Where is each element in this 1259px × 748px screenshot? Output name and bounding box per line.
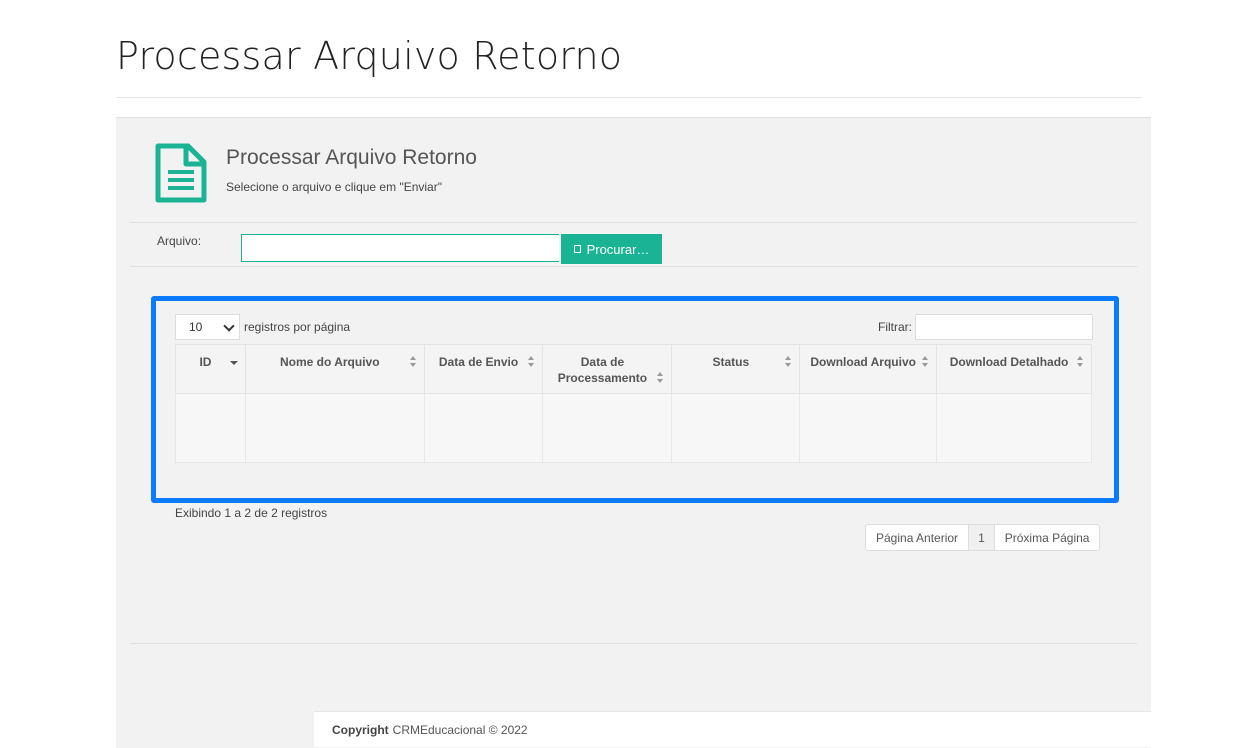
page-length-value: 10	[189, 320, 203, 334]
file-input[interactable]	[241, 234, 559, 262]
table-info: Exibindo 1 a 2 de 2 registros	[175, 506, 328, 520]
folder-icon	[573, 245, 581, 253]
next-page-button[interactable]: Próxima Página	[995, 525, 1100, 550]
file-label: Arquivo:	[157, 234, 202, 248]
sort-icon	[657, 372, 664, 383]
browse-button[interactable]: Procurar…	[561, 234, 662, 264]
sort-icon	[528, 356, 535, 367]
title-divider	[116, 97, 1142, 98]
prev-page-button[interactable]: Página Anterior	[866, 525, 968, 550]
filter-label: Filtrar:	[878, 320, 912, 334]
filter-input[interactable]	[915, 314, 1093, 340]
col-id[interactable]: ID	[175, 344, 246, 394]
page-title: Processar Arquivo Retorno	[116, 34, 623, 78]
current-page[interactable]: 1	[968, 525, 995, 550]
table-cell	[671, 393, 801, 463]
table-header-row: ID Nome do Arquivo Data de Envio Data de…	[175, 344, 1092, 394]
sort-icon	[785, 356, 792, 367]
footer-text: CRMEducacional © 2022	[392, 722, 528, 737]
sort-icon	[922, 356, 929, 367]
table-cell	[542, 393, 673, 463]
footer: Copyright CRMEducacional © 2022	[314, 711, 1151, 747]
divider	[130, 266, 1137, 267]
page-length-label: registros por página	[244, 320, 351, 334]
col-file-name[interactable]: Nome do Arquivo	[244, 344, 425, 394]
sort-icon	[1077, 356, 1084, 367]
footer-label: Copyright	[332, 722, 389, 737]
table-cell	[936, 393, 1092, 463]
sort-icon	[409, 356, 417, 367]
document-icon	[155, 143, 207, 203]
table-cell	[799, 393, 938, 463]
upload-panel: Processar Arquivo Retorno Selecione o ar…	[116, 117, 1151, 748]
col-download-detail[interactable]: Download Detalhado	[936, 344, 1092, 394]
col-status[interactable]: Status	[671, 344, 801, 394]
table-row	[175, 393, 1092, 463]
col-processing-date[interactable]: Data de Processamento	[542, 344, 673, 394]
sort-desc-icon	[229, 361, 238, 365]
files-table: ID Nome do Arquivo Data de Envio Data de…	[175, 344, 1092, 463]
panel-subtitle: Selecione o arquivo e clique em "Enviar"	[226, 180, 442, 194]
pagination: Página Anterior 1 Próxima Página	[865, 524, 1101, 551]
table-cell	[175, 393, 246, 463]
col-download-file[interactable]: Download Arquivo	[799, 344, 938, 394]
panel-heading: Processar Arquivo Retorno	[226, 146, 477, 169]
table-cell	[244, 393, 425, 463]
page-length-select[interactable]: 10	[175, 314, 240, 340]
col-send-date[interactable]: Data de Envio	[423, 344, 544, 394]
divider	[130, 222, 1137, 223]
browse-label: Procurar…	[586, 241, 650, 257]
chevron-down-icon	[223, 320, 235, 332]
divider	[130, 643, 1137, 644]
table-cell	[423, 393, 544, 463]
